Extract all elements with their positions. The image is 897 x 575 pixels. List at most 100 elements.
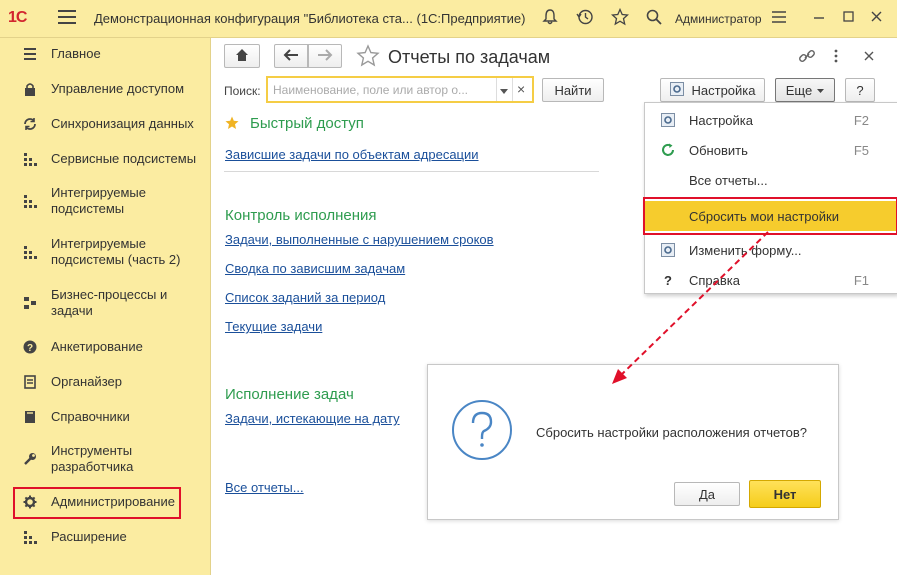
chevron-down-icon	[817, 83, 825, 98]
link-icon[interactable]	[798, 47, 816, 68]
more-button-label: Еще	[785, 82, 813, 98]
sidebar-item-sync[interactable]: Синхронизация данных	[0, 114, 211, 134]
dropdown-arrow-icon[interactable]	[500, 84, 508, 99]
dots-grid-icon	[22, 193, 38, 209]
sidebar-item-main[interactable]: Главное	[0, 44, 211, 64]
main-menu-icon[interactable]	[58, 10, 76, 26]
close-window-icon[interactable]	[870, 8, 884, 29]
bell-icon[interactable]	[541, 8, 559, 29]
sidebar-item-label: Справочники	[51, 409, 130, 424]
sync-icon	[22, 116, 38, 132]
report-link[interactable]: Текущие задачи	[225, 319, 322, 334]
sidebar-item-label: Расширение	[51, 529, 127, 544]
search-field[interactable]: ×	[266, 76, 534, 103]
sidebar-item-label: Анкетирование	[51, 339, 143, 354]
report-link[interactable]: Задачи, истекающие на дату	[225, 411, 400, 426]
arrow-right-icon	[317, 48, 333, 65]
more-dropdown-menu: Настройка F2 Обновить F5 Все отчеты... С…	[643, 102, 897, 295]
yes-button[interactable]: Да	[674, 482, 740, 506]
report-link[interactable]: Сводка по зависшим задачам	[225, 261, 405, 276]
settings-button[interactable]: Настройка	[660, 78, 765, 102]
shortcut-key: F5	[853, 143, 869, 158]
sidebar-item-service[interactable]: Сервисные подсистемы	[0, 149, 211, 169]
dots-grid-icon	[22, 151, 38, 167]
sidebar-item-business[interactable]: Бизнес-процессы и задачи	[0, 286, 211, 320]
star-icon	[225, 116, 239, 133]
back-button[interactable]	[274, 44, 308, 68]
section-title-control: Контроль исполнения	[225, 207, 377, 224]
sidebar-item-catalogs[interactable]: Справочники	[0, 407, 211, 427]
search-input[interactable]	[273, 83, 488, 97]
report-link[interactable]: Задачи, выполненные с нарушением сроков	[225, 232, 494, 247]
no-button[interactable]: Нет	[749, 480, 821, 508]
question-icon	[451, 399, 513, 464]
report-link[interactable]: Зависшие задачи по объектам адресации	[225, 147, 479, 162]
settings-menu-icon[interactable]	[770, 8, 788, 29]
menu-item-all-reports[interactable]: Все отчеты...	[645, 165, 897, 195]
question-circle-icon: ?	[22, 339, 38, 355]
sidebar: Главное Управление доступом Синхронизаци…	[0, 38, 211, 575]
change-form-icon	[661, 243, 675, 257]
annotation-highlight-box	[643, 197, 897, 235]
sidebar-item-organizer[interactable]: Органайзер	[0, 372, 211, 392]
settings-icon	[669, 81, 684, 99]
sidebar-item-extension[interactable]: Расширение	[0, 527, 211, 547]
sidebar-item-integrated[interactable]: Интегрируемые подсистемы	[0, 184, 211, 218]
menu-item-settings[interactable]: Настройка F2	[645, 105, 897, 135]
forward-button[interactable]	[308, 44, 342, 68]
home-button[interactable]	[224, 44, 260, 68]
annotation-highlight-box	[13, 487, 181, 519]
lock-icon	[22, 81, 38, 97]
sidebar-item-integrated-2[interactable]: Интегрируемые подсистемы (часть 2)	[0, 235, 211, 269]
confirm-dialog: Сбросить настройки расположения отчетов?…	[427, 364, 839, 520]
more-button[interactable]: Еще	[775, 78, 835, 102]
menu-item-refresh[interactable]: Обновить F5	[645, 135, 897, 165]
history-icon[interactable]	[576, 8, 594, 29]
sidebar-item-access[interactable]: Управление доступом	[0, 79, 211, 99]
find-button[interactable]: Найти	[542, 78, 604, 102]
section-title-execution: Исполнение задач	[225, 386, 354, 403]
organizer-icon	[22, 374, 38, 390]
shortcut-key: F1	[853, 273, 869, 288]
minimize-icon[interactable]	[812, 8, 826, 29]
book-icon	[22, 409, 38, 425]
menu-item-change-form[interactable]: Изменить форму...	[645, 235, 897, 265]
dialog-message: Сбросить настройки расположения отчетов?	[536, 425, 807, 440]
sidebar-item-label: Интегрируемые подсистемы (часть 2)	[51, 236, 181, 267]
more-vertical-icon[interactable]	[832, 47, 840, 68]
help-icon: ?	[664, 272, 672, 288]
settings-icon	[661, 113, 675, 127]
arrow-left-icon	[283, 48, 299, 65]
title-bar: 1С Демонстрационная конфигурация "Библио…	[0, 0, 897, 38]
close-form-icon[interactable]	[862, 47, 876, 68]
sidebar-item-label: Бизнес-процессы и задачи	[51, 287, 168, 318]
search-icon[interactable]	[645, 8, 663, 29]
menu-item-label: Настройка	[689, 113, 753, 128]
all-reports-link[interactable]: Все отчеты...	[225, 480, 304, 495]
favorites-icon[interactable]	[610, 7, 630, 29]
sidebar-item-dev-tools[interactable]: Инструменты разработчика	[0, 442, 211, 476]
help-button[interactable]: ?	[845, 78, 875, 102]
section-divider	[224, 171, 599, 172]
search-label: Поиск:	[224, 84, 261, 98]
sidebar-item-label: Интегрируемые подсистемы	[51, 185, 146, 216]
settings-button-label: Настройка	[691, 82, 756, 98]
menu-item-label: Обновить	[689, 143, 748, 158]
user-name[interactable]: Администратор	[675, 12, 762, 26]
favorite-star-icon[interactable]	[356, 44, 380, 71]
menu-item-label: Изменить форму...	[689, 243, 802, 258]
menu-item-help[interactable]: ? Справка F1	[645, 265, 897, 295]
quick-access-title: Быстрый доступ	[250, 115, 364, 132]
report-link[interactable]: Список заданий за период	[225, 290, 385, 305]
maximize-icon[interactable]	[842, 8, 856, 29]
main-area: Отчеты по задачам Поиск: × Найти Настрой…	[212, 38, 897, 575]
sidebar-item-label: Органайзер	[51, 374, 122, 389]
divider	[496, 78, 497, 101]
sidebar-item-survey[interactable]: ? Анкетирование	[0, 337, 211, 357]
svg-text:?: ?	[27, 343, 33, 354]
refresh-icon	[661, 143, 675, 157]
dots-grid-icon	[22, 529, 38, 545]
clear-search-icon[interactable]: ×	[517, 81, 525, 97]
sidebar-item-label: Синхронизация данных	[51, 116, 194, 131]
menu-item-label: Справка	[689, 273, 740, 288]
